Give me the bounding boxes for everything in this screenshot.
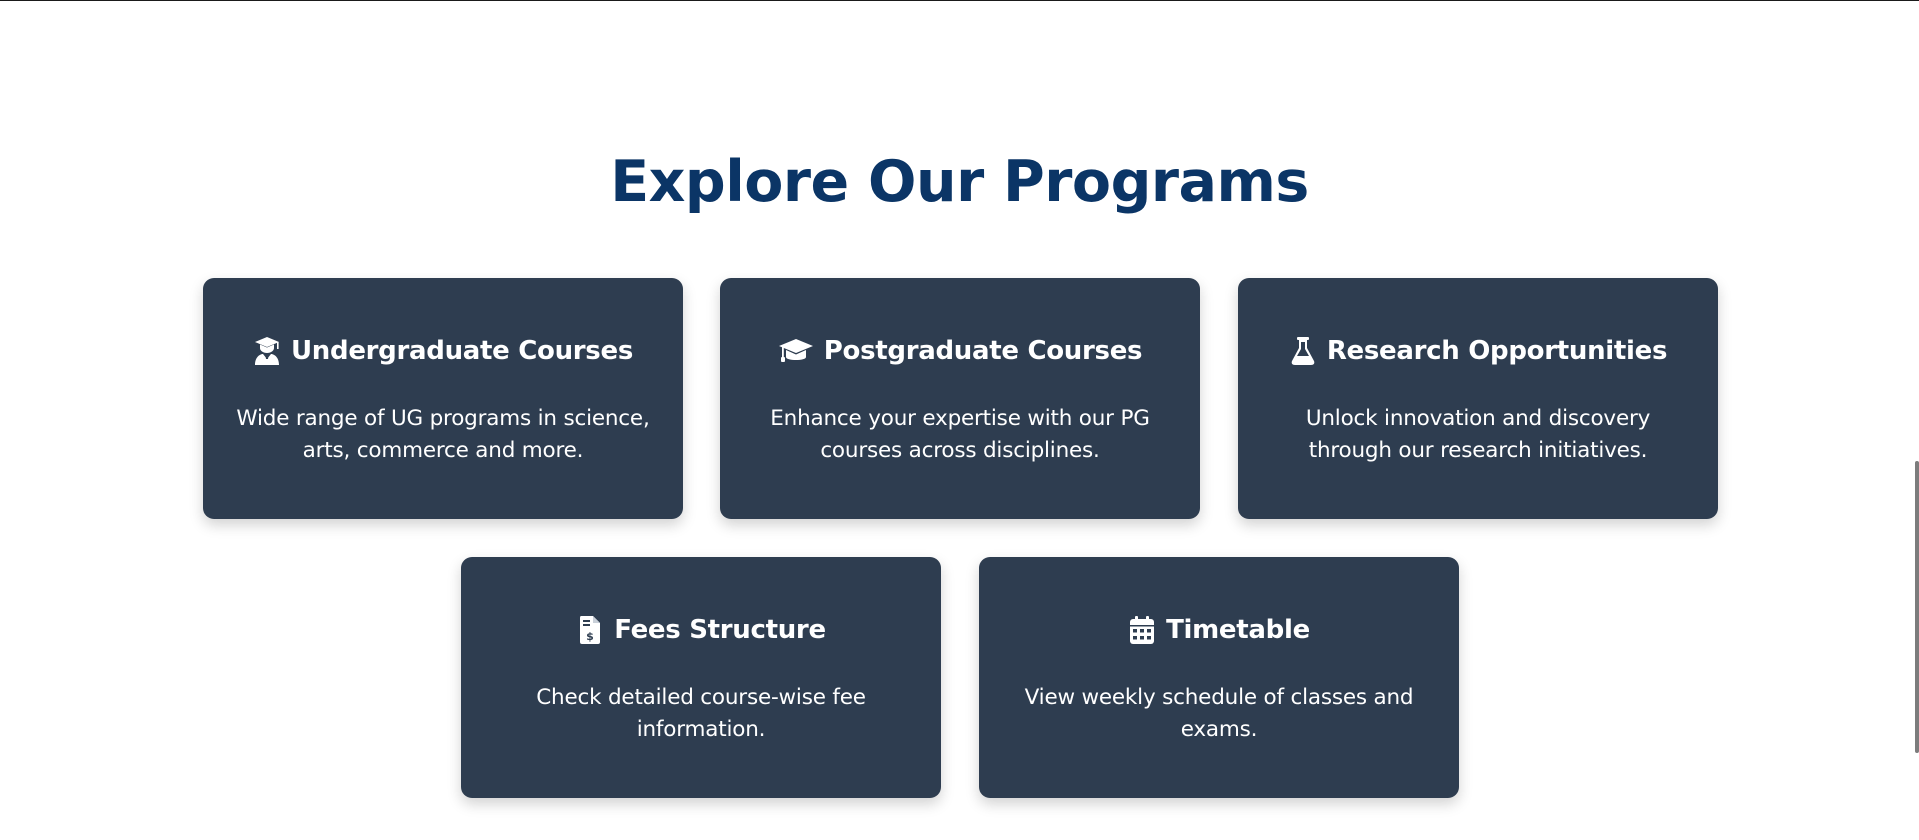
card-description: Check detailed course-wise fee informati… xyxy=(536,685,866,742)
flask-icon xyxy=(1289,336,1317,366)
section-title: Explore Our Programs xyxy=(610,149,1309,215)
card-title: Postgraduate Courses xyxy=(823,336,1143,366)
card-header: Undergraduate Courses xyxy=(203,336,683,366)
card-fees-structure[interactable]: $ Fees Structure Check detailed course-w… xyxy=(461,557,941,798)
card-research-opportunities[interactable]: Research Opportunities Unlock innovation… xyxy=(1238,278,1718,519)
calendar-icon xyxy=(1128,615,1156,645)
card-title: Research Opportunities xyxy=(1326,336,1668,366)
card-title: Timetable xyxy=(1166,615,1310,645)
card-timetable[interactable]: Timetable View weekly schedule of classe… xyxy=(979,557,1459,798)
card-title: Fees Structure xyxy=(614,615,826,645)
card-description: Unlock innovation and discovery through … xyxy=(1305,406,1651,463)
card-description: Wide range of UG programs in science, ar… xyxy=(236,406,650,463)
card-title: Undergraduate Courses xyxy=(290,336,633,366)
card-header: Timetable xyxy=(979,615,1459,645)
graduation-cap-icon xyxy=(778,336,814,366)
programs-page: Explore Our Programs Undergraduate Cours… xyxy=(0,0,1919,840)
card-header: Research Opportunities xyxy=(1238,336,1718,366)
top-divider xyxy=(0,0,1919,1)
vertical-scrollbar[interactable] xyxy=(1915,461,1919,753)
card-header: $ Fees Structure xyxy=(461,615,941,645)
svg-text:$: $ xyxy=(586,630,594,643)
card-undergraduate-courses[interactable]: Undergraduate Courses Wide range of UG p… xyxy=(203,278,683,519)
card-description: View weekly schedule of classes and exam… xyxy=(1024,685,1414,742)
graduate-user-icon xyxy=(253,336,281,366)
card-header: Postgraduate Courses xyxy=(720,336,1200,366)
card-description: Enhance your expertise with our PG cours… xyxy=(770,406,1150,463)
card-postgraduate-courses[interactable]: Postgraduate Courses Enhance your expert… xyxy=(720,278,1200,519)
invoice-dollar-icon: $ xyxy=(576,615,604,645)
